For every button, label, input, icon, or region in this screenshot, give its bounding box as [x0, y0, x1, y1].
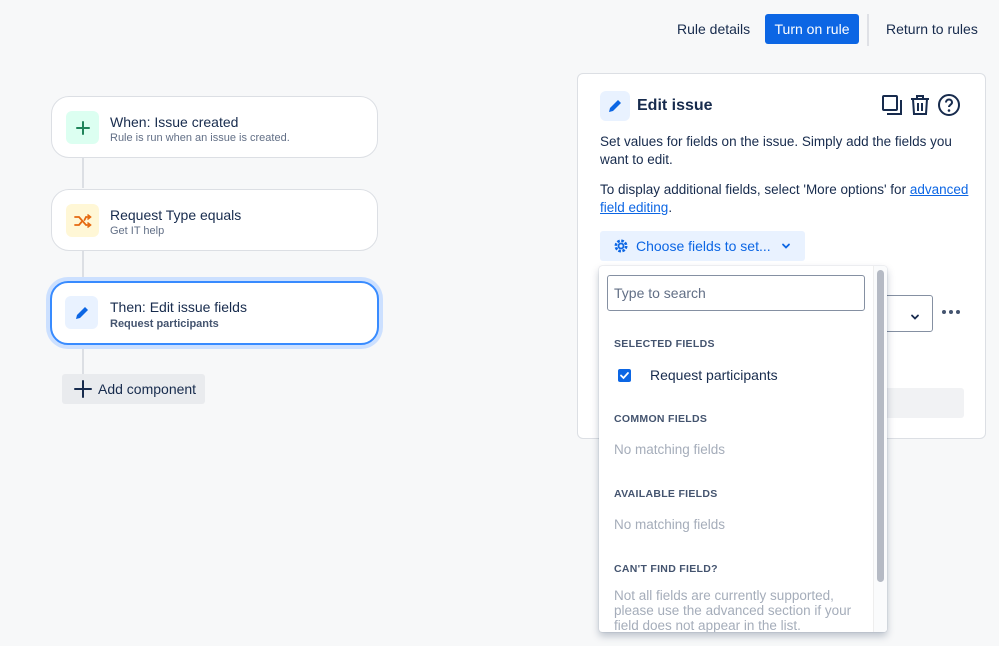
shuffle-icon: [66, 204, 99, 237]
turn-on-rule-button[interactable]: Turn on rule: [765, 14, 859, 44]
pencil-icon: [600, 91, 630, 121]
field-search-input[interactable]: [607, 275, 865, 311]
trash-icon[interactable]: [908, 93, 932, 117]
plus-icon: [66, 111, 99, 144]
node-subtitle: Request participants: [110, 318, 219, 330]
help-icon[interactable]: [937, 93, 961, 117]
chevron-down-icon: [910, 309, 920, 327]
choose-fields-label: Choose fields to set...: [636, 238, 771, 254]
node-title: Then: Edit issue fields: [110, 299, 247, 315]
advanced-text: To display additional fields, select 'Mo…: [600, 182, 910, 197]
panel-description-advanced: To display additional fields, select 'Mo…: [600, 181, 970, 217]
return-to-rules-button[interactable]: Return to rules: [886, 14, 978, 44]
node-subtitle: Get IT help: [110, 225, 165, 237]
plus-icon: [74, 380, 92, 398]
dropdown-scrollbar[interactable]: [873, 266, 887, 632]
pencil-icon: [65, 296, 98, 329]
panel-title: Edit issue: [637, 97, 713, 114]
condition-node[interactable]: Request Type equals Get IT help: [51, 189, 378, 251]
node-title: Request Type equals: [110, 207, 242, 223]
add-component-button[interactable]: Add component: [62, 374, 205, 404]
empty-common-fields: No matching fields: [614, 442, 726, 457]
flow-connector: [82, 251, 84, 281]
section-header-selected: SELECTED FIELDS: [614, 338, 715, 350]
section-header-available: AVAILABLE FIELDS: [614, 488, 718, 500]
flow-connector: [82, 158, 84, 188]
header-divider: [867, 14, 869, 46]
empty-available-fields: No matching fields: [614, 517, 726, 532]
trigger-node[interactable]: When: Issue created Rule is run when an …: [51, 96, 378, 158]
choose-fields-dropdown: SELECTED FIELDS Request participants COM…: [599, 266, 887, 632]
more-options-icon[interactable]: [940, 301, 962, 323]
rule-details-button[interactable]: Rule details: [677, 14, 750, 44]
cant-find-description: Not all fields are currently supported, …: [614, 588, 852, 632]
node-subtitle: Rule is run when an issue is created.: [110, 132, 290, 144]
copy-icon[interactable]: [880, 93, 904, 117]
checkbox-checked-icon[interactable]: [618, 368, 631, 382]
flow-connector: [82, 346, 84, 374]
gear-icon: [612, 237, 630, 255]
choose-fields-button[interactable]: Choose fields to set...: [600, 231, 805, 261]
scrollbar-thumb[interactable]: [877, 270, 884, 582]
chevron-down-icon: [781, 241, 791, 251]
option-label: Request participants: [650, 367, 778, 383]
node-title: When: Issue created: [110, 114, 239, 130]
field-option-request-participants[interactable]: Request participants: [614, 363, 864, 387]
action-node[interactable]: Then: Edit issue fields Request particip…: [50, 281, 379, 345]
section-header-cant-find: CAN'T FIND FIELD?: [614, 563, 718, 575]
advanced-suffix: .: [668, 200, 673, 215]
add-component-label: Add component: [98, 381, 197, 397]
header-actions: Rule details Turn on rule Return to rule…: [0, 14, 999, 46]
panel-description: Set values for fields on the issue. Simp…: [600, 134, 952, 167]
section-header-common: COMMON FIELDS: [614, 413, 708, 425]
